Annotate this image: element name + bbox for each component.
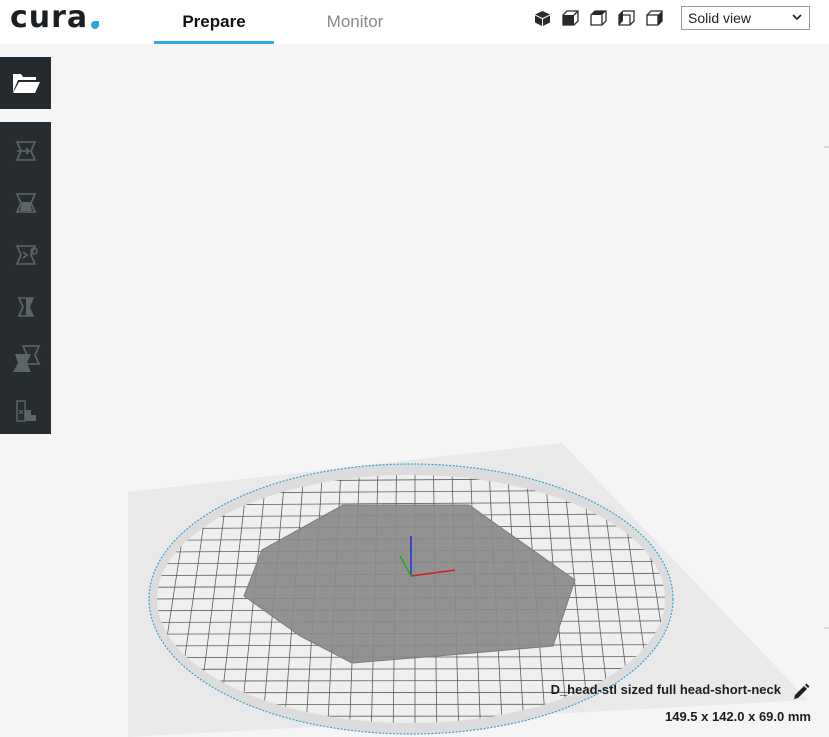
cura-logo: cura	[10, 0, 100, 35]
object-dimensions-label: 149.5 x 142.0 x 69.0 mm	[560, 709, 811, 724]
object-dimensions-text: 149.5 x 142.0 x 69.0 mm	[664, 709, 811, 724]
scale-tool-icon	[15, 193, 36, 213]
scroll-edge-marker	[824, 627, 829, 629]
front-view-icon[interactable]	[561, 9, 580, 27]
open-file-button[interactable]	[0, 57, 51, 109]
pencil-icon[interactable]	[792, 682, 810, 700]
chevron-down-icon	[792, 14, 802, 21]
support-blocker-icon	[15, 400, 36, 422]
mirror-tool-icon	[17, 297, 34, 317]
view-mode-selected: Solid view	[688, 10, 752, 26]
folder-open-icon	[12, 74, 40, 93]
per-model-settings-icon	[12, 345, 40, 372]
tab-prepare[interactable]: Prepare	[154, 0, 274, 44]
object-name-label: D_head-stl sized full head-short-neck	[453, 682, 781, 697]
rotate-tool-icon	[15, 245, 38, 265]
build-plate-viewport[interactable]	[0, 44, 829, 737]
logo-dot	[91, 21, 100, 29]
3d-view-icon[interactable]	[533, 9, 552, 27]
rotate-tool-button[interactable]	[0, 229, 51, 281]
move-tool-icon	[15, 141, 36, 161]
scroll-edge-marker	[824, 146, 829, 148]
top-bar: cura Prepare Monitor Solid view	[0, 0, 829, 44]
support-blocker-button[interactable]	[0, 385, 51, 437]
move-tool-button[interactable]	[0, 125, 51, 177]
camera-view-buttons	[533, 9, 664, 27]
left-view-icon[interactable]	[617, 9, 636, 27]
right-view-icon[interactable]	[645, 9, 664, 27]
tab-prepare-label: Prepare	[182, 12, 246, 31]
tool-panel	[0, 122, 51, 434]
per-model-settings-button[interactable]	[0, 333, 51, 385]
mirror-tool-button[interactable]	[0, 281, 51, 333]
view-mode-dropdown[interactable]: Solid view	[681, 6, 810, 30]
top-view-icon[interactable]	[589, 9, 608, 27]
object-name-text: D_head-stl sized full head-short-neck	[550, 682, 781, 697]
logo-text: cura	[10, 0, 89, 35]
tab-monitor[interactable]: Monitor	[295, 0, 415, 44]
tab-monitor-label: Monitor	[326, 12, 384, 31]
scale-tool-button[interactable]	[0, 177, 51, 229]
build-plate-scene	[128, 443, 808, 737]
cura-window: cura Prepare Monitor Solid view D_head-s…	[0, 0, 829, 737]
